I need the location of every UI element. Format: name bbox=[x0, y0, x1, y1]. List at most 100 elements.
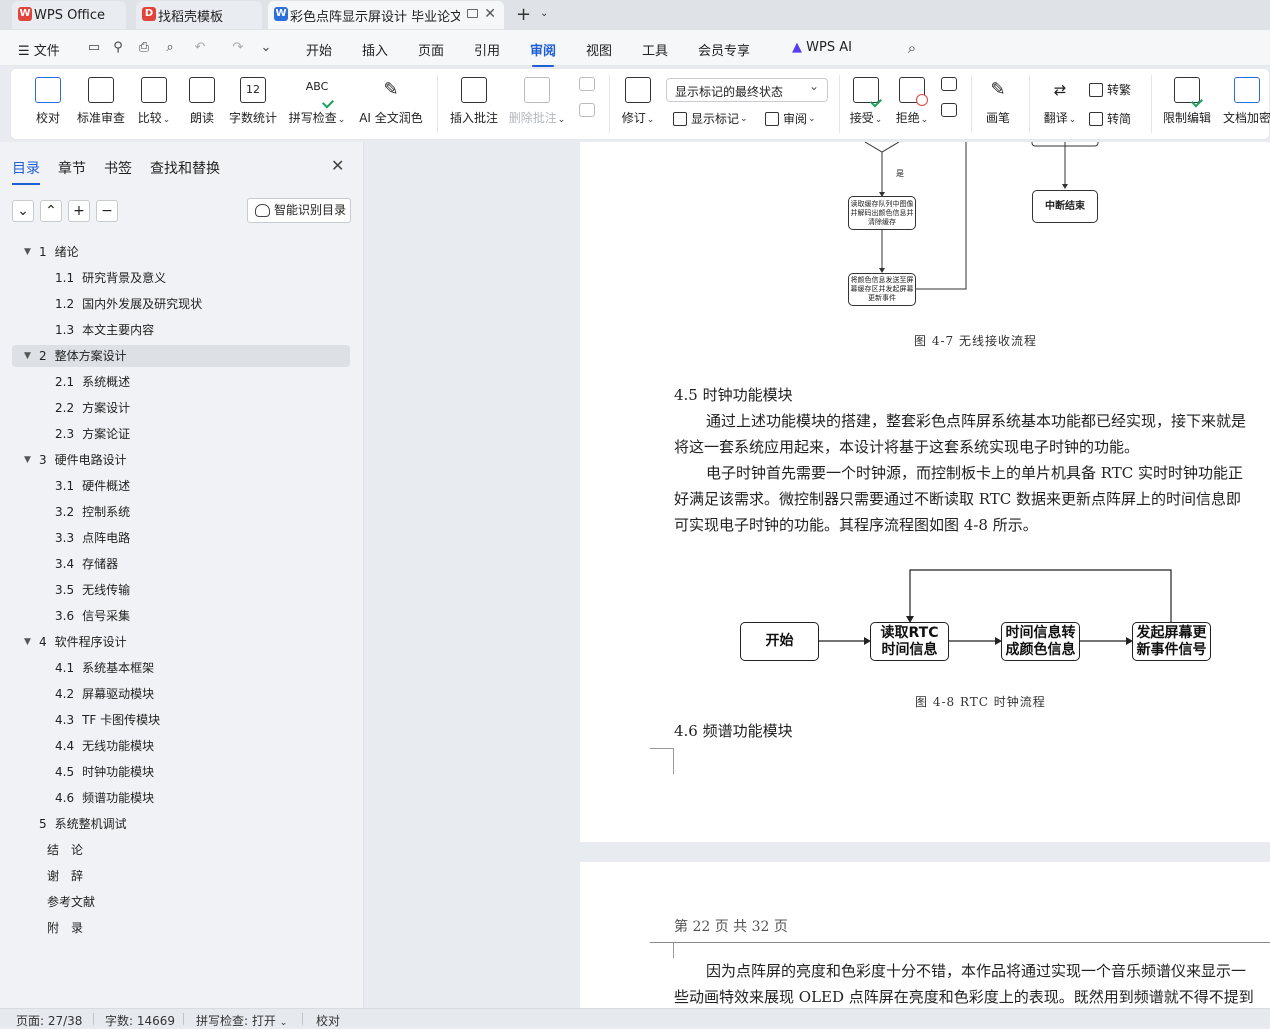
nav-tab-chapter[interactable]: 章节 bbox=[58, 158, 86, 178]
toc-item[interactable]: ▼ 4 软件程序设计 bbox=[12, 631, 350, 653]
toc-item[interactable]: 4.4 无线功能模块 bbox=[12, 735, 350, 757]
proofread-indicator[interactable]: 校对 bbox=[316, 1012, 340, 1029]
insert-comment-button[interactable]: 插入批注 bbox=[449, 77, 499, 126]
monitor-icon[interactable] bbox=[467, 9, 478, 18]
spell-check-button[interactable]: ABC 拼写检查⌄ bbox=[287, 77, 347, 126]
translate-button[interactable]: ⇄ 翻译⌄ bbox=[1041, 77, 1079, 126]
nav-tab-toc[interactable]: 目录 bbox=[12, 158, 40, 185]
toc-item[interactable]: 1.3 本文主要内容 bbox=[12, 319, 350, 341]
page-indicator[interactable]: 页面: 27/38 bbox=[16, 1012, 82, 1029]
toc-item[interactable]: 谢 辞 bbox=[12, 865, 350, 887]
restrict-edit-button[interactable]: 限制编辑 bbox=[1161, 77, 1213, 126]
spell-check-indicator[interactable]: 拼写检查: 打开 ⌄ bbox=[196, 1012, 287, 1029]
share-icon[interactable]: ⚲ bbox=[110, 40, 126, 56]
word-doc-icon: W bbox=[274, 7, 288, 21]
toc-item[interactable]: 5 系统整机调试 bbox=[12, 813, 350, 835]
read-aloud-button[interactable]: 朗读 bbox=[187, 77, 217, 126]
chevron-down-icon: ⌄ bbox=[557, 115, 566, 125]
compare-button[interactable]: 比较⌄ bbox=[135, 77, 173, 126]
toc-item[interactable]: 4.3 TF 卡图传模块 bbox=[12, 709, 350, 731]
proofread-button[interactable]: 校对 bbox=[33, 77, 63, 126]
toc-item[interactable]: 2.3 方案论证 bbox=[12, 423, 350, 445]
toc-item[interactable]: 参考文献 bbox=[12, 891, 350, 913]
add-heading-button[interactable]: + bbox=[68, 200, 90, 222]
smart-toc-button[interactable]: 智能识别目录 bbox=[247, 198, 351, 223]
tab-document[interactable]: W 彩色点阵显示屏设计 毕业论文 ✕ bbox=[268, 1, 504, 29]
simplified-icon bbox=[1089, 111, 1103, 126]
toc-item[interactable]: 1.2 国内外发展及研究现状 bbox=[12, 293, 350, 315]
chevron-down-icon[interactable]: ⌄ bbox=[540, 8, 548, 19]
toc-item-number: 4 bbox=[39, 635, 47, 649]
undo-icon[interactable]: ↶ bbox=[192, 40, 208, 56]
toc-item[interactable]: ▼ 3 硬件电路设计 bbox=[12, 449, 350, 471]
toc-item[interactable]: 4.2 屏幕驱动模块 bbox=[12, 683, 350, 705]
to-traditional-button[interactable]: 转繁 bbox=[1089, 81, 1131, 98]
menu-insert[interactable]: 插入 bbox=[362, 40, 388, 59]
menu-wps-ai[interactable]: ▲ WPS AI bbox=[792, 40, 852, 55]
pen-button[interactable]: ✎ 画笔 bbox=[983, 77, 1013, 126]
collapse-triangle-icon[interactable]: ▼ bbox=[24, 631, 31, 653]
save-icon[interactable]: ▭ bbox=[86, 40, 102, 56]
toc-item[interactable]: 3.4 存储器 bbox=[12, 553, 350, 575]
nav-tab-find-replace[interactable]: 查找和替换 bbox=[150, 158, 220, 178]
nav-tab-bookmark[interactable]: 书签 bbox=[104, 158, 132, 178]
toc-item[interactable]: 2.2 方案设计 bbox=[12, 397, 350, 419]
to-simplified-button[interactable]: 转简 bbox=[1089, 110, 1131, 127]
print-preview-icon[interactable]: ⌕ bbox=[162, 40, 178, 56]
tab-wps-office[interactable]: W WPS Office bbox=[12, 1, 126, 29]
menu-member[interactable]: 会员专享 bbox=[698, 40, 750, 59]
menu-reference[interactable]: 引用 bbox=[474, 40, 500, 59]
ai-polish-button[interactable]: ✎ AI 全文润色 bbox=[357, 77, 425, 126]
figure-4-8-caption: 图 4-8 RTC 时钟流程 bbox=[915, 695, 1046, 709]
menu-tools[interactable]: 工具 bbox=[642, 40, 668, 59]
toc-item[interactable]: 4.6 频谱功能模块 bbox=[12, 787, 350, 809]
collapse-triangle-icon[interactable]: ▼ bbox=[24, 449, 31, 471]
track-changes-button[interactable]: 修订⌄ bbox=[619, 77, 657, 126]
spell-check-label: 拼写检查 bbox=[288, 111, 337, 125]
menu-view[interactable]: 视图 bbox=[586, 40, 612, 59]
word-count-button[interactable]: 12 字数统计 bbox=[227, 77, 279, 126]
toc-item[interactable]: 3.3 点阵电路 bbox=[12, 527, 350, 549]
menu-review[interactable]: 审阅 bbox=[530, 40, 556, 67]
reject-button[interactable]: 拒绝⌄ bbox=[893, 77, 931, 126]
toc-item[interactable]: ▼ 2 整体方案设计 bbox=[12, 345, 350, 367]
word-count-indicator[interactable]: 字数: 14669 bbox=[105, 1012, 175, 1029]
expand-up-button[interactable]: ⌃ bbox=[40, 200, 62, 222]
prev-change-button[interactable] bbox=[939, 77, 959, 123]
collapse-triangle-icon[interactable]: ▼ bbox=[24, 241, 31, 263]
more-chevron-icon[interactable]: ⌄ bbox=[258, 40, 274, 56]
prev-comment-button[interactable] bbox=[577, 77, 597, 123]
menu-start[interactable]: 开始 bbox=[306, 40, 332, 59]
print-icon[interactable]: ⎙ bbox=[136, 40, 152, 56]
remove-heading-button[interactable]: − bbox=[96, 200, 118, 222]
toc-item[interactable]: 3.1 硬件概述 bbox=[12, 475, 350, 497]
show-markup-button[interactable]: 显示标记 ⌄ bbox=[673, 110, 748, 127]
toc-item[interactable]: 3.2 控制系统 bbox=[12, 501, 350, 523]
toc-item[interactable]: 4.1 系统基本框架 bbox=[12, 657, 350, 679]
toc-item[interactable]: 结 论 bbox=[12, 839, 350, 861]
file-menu[interactable]: ☰ 文件 bbox=[18, 40, 60, 59]
collapse-down-button[interactable]: ⌄ bbox=[12, 200, 34, 222]
close-tab-icon[interactable]: ✕ bbox=[484, 6, 496, 22]
toc-item[interactable]: ▼ 1 绪论 bbox=[12, 241, 350, 263]
accept-button[interactable]: 接受⌄ bbox=[847, 77, 885, 126]
delete-comment-button[interactable]: 删除批注⌄ bbox=[507, 77, 567, 126]
menu-page[interactable]: 页面 bbox=[418, 40, 444, 59]
toc-item[interactable]: 3.5 无线传输 bbox=[12, 579, 350, 601]
toc-item[interactable]: 4.5 时钟功能模块 bbox=[12, 761, 350, 783]
new-tab-icon[interactable]: + bbox=[516, 4, 531, 25]
review-pane-button[interactable]: 审阅 ⌄ bbox=[765, 110, 816, 127]
close-pane-icon[interactable]: ✕ bbox=[331, 156, 344, 175]
toc-item[interactable]: 附 录 bbox=[12, 917, 350, 939]
markup-state-select[interactable]: 显示标记的最终状态 bbox=[666, 78, 828, 102]
toc-item[interactable]: 3.6 信号采集 bbox=[12, 605, 350, 627]
redo-icon[interactable]: ↷ bbox=[230, 40, 246, 56]
toc-item-title: 无线传输 bbox=[82, 583, 131, 597]
tab-template[interactable]: D 找稻壳模板 bbox=[136, 1, 262, 29]
search-icon[interactable]: ⌕ bbox=[904, 40, 920, 56]
toc-item[interactable]: 2.1 系统概述 bbox=[12, 371, 350, 393]
encrypt-doc-button[interactable]: 文档加密 bbox=[1221, 77, 1270, 126]
standard-review-button[interactable]: 标准审查 bbox=[75, 77, 127, 126]
toc-item[interactable]: 1.1 研究背景及意义 bbox=[12, 267, 350, 289]
collapse-triangle-icon[interactable]: ▼ bbox=[24, 345, 31, 367]
